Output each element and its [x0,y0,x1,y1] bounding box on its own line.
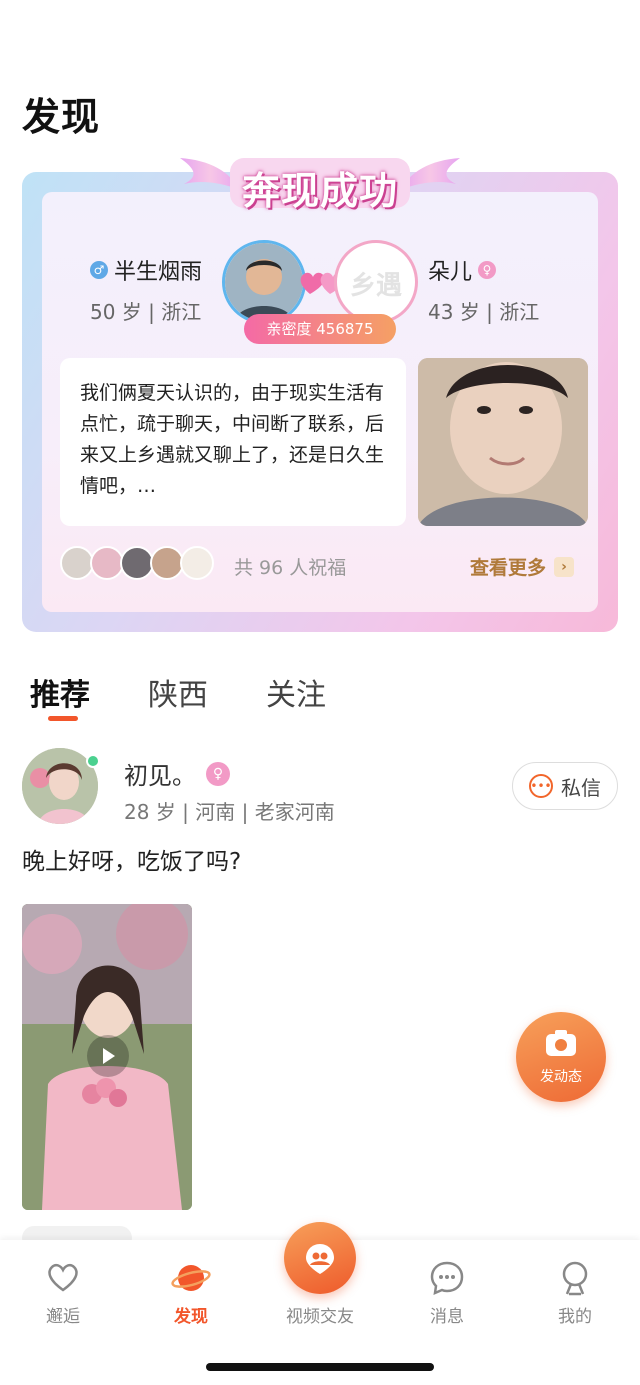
tab-shaanxi[interactable]: 陕西 [148,670,208,714]
tab-label: 推荐 [30,678,90,713]
nav-label: 我的 [558,1307,592,1327]
see-more-link[interactable]: 查看更多 › [470,553,575,580]
blessing-count: 共 96 人祝福 [234,557,347,579]
nav-messages[interactable]: 消息 [402,1258,492,1327]
chevron-right-icon: › [554,556,575,577]
blessing-avatar [90,546,124,580]
blessing-avatar [120,546,154,580]
planet-icon [171,1265,211,1291]
right-user-info: 43 岁 | 浙江 [428,300,540,324]
blessing-avatar [60,546,94,580]
story-text[interactable]: 我们俩夏天认识的，由于现实生活有点忙，疏于聊天，中间断了联系，后来又上乡遇就又聊… [60,358,406,526]
left-user[interactable]: ♂ 半生烟雨 50 岁 | 浙江 [90,254,202,325]
tab-label: 关注 [266,678,326,713]
nav-label: 消息 [430,1307,464,1327]
post-text: 晚上好呀，吃饭了吗? [22,849,242,875]
nav-profile[interactable]: 我的 [530,1258,620,1327]
message-icon [430,1261,464,1296]
home-indicator[interactable] [206,1363,434,1371]
avatar-placeholder-text: 乡遇 [349,271,402,301]
page-title: 发现 [22,95,101,139]
blessing-avatar [150,546,184,580]
right-user[interactable]: 朵儿 ♀ 43 岁 | 浙江 [428,254,539,325]
heart-chat-icon [48,1263,78,1292]
couple-photo[interactable] [418,358,588,526]
private-message-button[interactable]: ••• 私信 [512,762,618,810]
feed-tabs: 推荐 陕西 关注 [30,670,326,721]
blessing-avatar [180,546,214,580]
post-author-info: 28 岁 | 河南 | 老家河南 [124,800,335,824]
post-status-label: 发动态 [540,1069,582,1085]
intimacy-badge: 亲密度 456875 [244,314,396,344]
post-video[interactable] [22,904,192,1210]
chat-bubble-icon: ••• [529,774,553,798]
tab-following[interactable]: 关注 [266,670,326,714]
camera-icon [546,1030,576,1056]
online-status-dot [86,754,100,768]
post-status-button[interactable]: 发动态 [516,1012,606,1102]
left-user-avatar[interactable] [222,240,306,324]
video-friends-icon [306,1244,334,1274]
nav-encounter[interactable]: 邂逅 [18,1258,108,1327]
left-user-info: 50 岁 | 浙江 [90,300,202,324]
play-icon[interactable] [87,1035,129,1077]
tab-recommend[interactable]: 推荐 [30,670,90,721]
nav-label: 邂逅 [46,1307,80,1327]
female-icon: ♀ [206,761,230,786]
male-icon: ♂ [90,261,108,279]
nav-label: 发现 [174,1307,208,1327]
post-author[interactable]: 初见。 ♀ [124,756,230,791]
nav-discover[interactable]: 发现 [146,1258,236,1327]
female-icon: ♀ [478,261,497,279]
nav-video-friends-label[interactable]: 视频交友 [270,1302,370,1327]
post-author-name: 初见。 [124,762,196,790]
success-banner-title: 奔现成功 [241,169,398,213]
see-more-label: 查看更多 [470,557,547,579]
left-user-name: 半生烟雨 [114,260,203,285]
right-user-avatar[interactable]: 乡遇 [334,240,418,324]
nav-video-friends-button[interactable] [284,1222,356,1294]
profile-icon [562,1261,588,1296]
tab-active-indicator [48,716,78,721]
private-message-label: 私信 [561,775,601,800]
right-user-name: 朵儿 [428,260,473,285]
tab-label: 陕西 [148,678,208,713]
